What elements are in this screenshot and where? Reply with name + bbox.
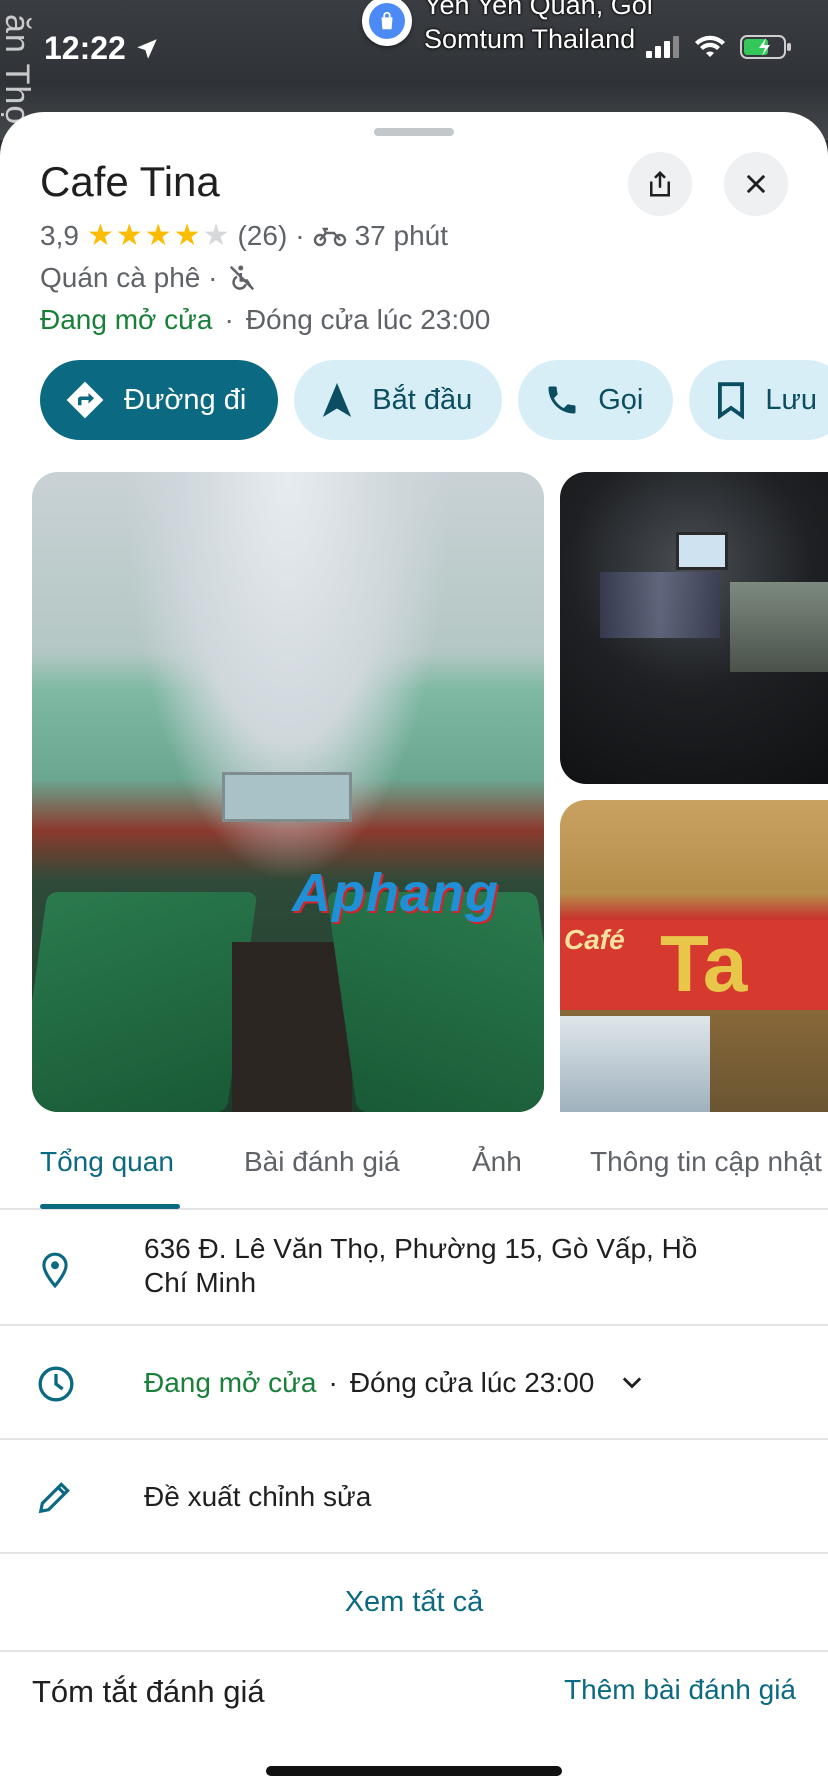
battery-charging-icon: [740, 35, 791, 59]
separator: ·: [328, 1367, 338, 1398]
star-empty-icon: ★: [202, 219, 230, 252]
tab-updates[interactable]: Thông tin cập nhật: [590, 1146, 822, 1178]
map-street-label: ăn Thọ: [0, 14, 36, 126]
map-poi-pin[interactable]: [362, 0, 412, 46]
category: Quán cà phê ·: [40, 262, 218, 293]
review-count: (26): [237, 220, 288, 251]
tab-bar: Tổng quan Bài đánh giá Ảnh Thông tin cập…: [0, 1124, 828, 1210]
map-poi-label[interactable]: Yen Yen Quán, Gỏi Somtum Thailand: [424, 0, 653, 56]
hours-close-time: Đóng cửa lúc 23:00: [349, 1367, 595, 1398]
photo-detail: [600, 572, 720, 638]
review-summary-title: Tóm tắt đánh giá: [32, 1674, 265, 1709]
close-button[interactable]: [724, 152, 788, 216]
cellular-signal-icon: [646, 36, 679, 58]
status-time: 12:22: [44, 30, 160, 67]
location-pin-icon: [42, 1252, 68, 1289]
save-button[interactable]: Lưu: [689, 360, 828, 440]
photo-sign-text: Café: [564, 924, 625, 955]
see-all-button[interactable]: Xem tất cả: [0, 1554, 828, 1652]
tab-indicator: [40, 1204, 180, 1209]
star-icon: ★: [173, 219, 201, 252]
motorbike-icon: [313, 227, 346, 247]
chevron-down-icon[interactable]: [618, 1369, 646, 1397]
share-button[interactable]: [628, 152, 692, 216]
photo-detail: [730, 582, 828, 672]
shopping-bag-icon: [381, 11, 393, 30]
star-icon: ★: [144, 219, 172, 252]
bookmark-icon: [718, 382, 745, 419]
separator: ·: [224, 304, 234, 335]
photo-sign-letter: Ta: [660, 919, 748, 1008]
open-status-row[interactable]: Đang mở cửa · Đóng cửa lúc 23:00: [40, 304, 490, 336]
action-chips: Đường đi Bắt đầu Gọi Lưu: [40, 360, 828, 440]
rating-stars: ★ ★ ★ ★ ★: [87, 221, 230, 251]
status-icons: [646, 34, 792, 60]
photo-detail: [232, 942, 352, 1112]
close-icon: [746, 174, 766, 194]
phone-icon: [548, 386, 576, 414]
tab-photos[interactable]: Ảnh: [472, 1146, 522, 1178]
hours-row[interactable]: Đang mở cửa · Đóng cửa lúc 23:00: [0, 1326, 828, 1440]
photo-detail: [326, 892, 544, 1112]
suggest-edit-row[interactable]: Đề xuất chỉnh sửa: [0, 1440, 828, 1554]
photo-detail: [32, 892, 258, 1112]
star-icon: ★: [115, 219, 143, 252]
directions-label: Đường đi: [124, 383, 247, 416]
photo-detail: [676, 532, 728, 570]
directions-button[interactable]: Đường đi: [40, 360, 279, 440]
directions-icon: [66, 381, 104, 419]
photo-interior-main[interactable]: Aphang: [32, 472, 544, 1112]
call-button[interactable]: Gọi: [518, 360, 674, 440]
clock-icon: [38, 1366, 74, 1402]
rating-row[interactable]: 3,9 ★ ★ ★ ★ ★ (26) · 37 phút: [40, 220, 448, 252]
star-icon: ★: [86, 219, 114, 252]
save-label: Lưu: [765, 383, 818, 416]
closing-time: Đóng cửa lúc 23:00: [245, 304, 491, 335]
separator: ·: [295, 220, 305, 251]
sheet-grabber[interactable]: [374, 128, 454, 136]
start-button[interactable]: Bắt đầu: [294, 360, 503, 440]
navigation-arrow-icon: [323, 383, 352, 417]
call-label: Gọi: [598, 383, 644, 416]
place-sheet: Cafe Tina 3,9 ★ ★ ★ ★ ★ (26) · 37 phút Q…: [0, 112, 828, 1792]
share-icon: [650, 170, 670, 197]
photo-watermark: Aphang: [292, 863, 499, 923]
location-arrow-icon: [137, 38, 157, 59]
open-status: Đang mở cửa: [40, 304, 213, 335]
travel-time: 37 phút: [354, 220, 449, 251]
photo-detail: [222, 772, 352, 822]
tab-reviews[interactable]: Bài đánh giá: [244, 1146, 400, 1178]
address-row[interactable]: 636 Đ. Lê Văn Thọ, Phường 15, Gò Vấp, Hồ…: [0, 1212, 828, 1326]
tab-overview[interactable]: Tổng quan: [40, 1146, 174, 1178]
no-wheelchair-icon[interactable]: [227, 263, 257, 293]
place-title: Cafe Tina: [40, 158, 220, 205]
home-indicator[interactable]: [266, 1766, 562, 1776]
address-text: 636 Đ. Lê Văn Thọ, Phường 15, Gò Vấp, Hồ…: [144, 1233, 698, 1298]
add-review-button[interactable]: Thêm bài đánh giá: [564, 1674, 796, 1706]
wifi-icon: [695, 35, 725, 57]
photo-interior-dark[interactable]: [560, 472, 828, 784]
rating-value: 3,9: [40, 220, 79, 251]
hours-open-status: Đang mở cửa: [144, 1367, 317, 1398]
start-label: Bắt đầu: [372, 383, 473, 416]
suggest-edit-text: Đề xuất chỉnh sửa: [144, 1481, 372, 1512]
hours-text: Đang mở cửa · Đóng cửa lúc 23:00: [144, 1366, 646, 1400]
photo-detail: [560, 1016, 710, 1112]
pencil-icon: [38, 1482, 70, 1514]
category-row: Quán cà phê ·: [40, 262, 257, 294]
photo-storefront[interactable]: Café Ta: [560, 800, 828, 1112]
